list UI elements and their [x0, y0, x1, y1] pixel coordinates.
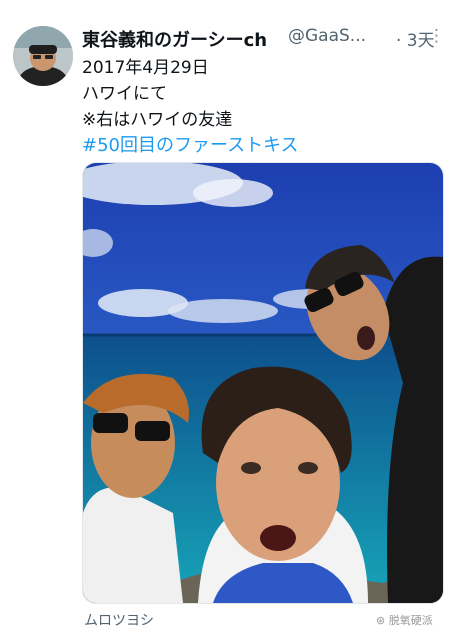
photo-caption: ムロツヨシ: [84, 613, 154, 629]
tweet-header: 東谷義和のガーシーch @GaaS... · 3天 ⋮: [82, 26, 445, 52]
tweet-photo[interactable]: [82, 162, 444, 604]
user-handle[interactable]: @GaaS...: [288, 26, 366, 46]
watermark: ⊛ 脱氧硬派: [376, 614, 433, 627]
avatar[interactable]: [13, 26, 73, 86]
display-name[interactable]: 東谷義和のガーシーch: [82, 26, 267, 52]
tweet-text-date: 2017年4月29日: [82, 58, 209, 78]
tweet-text-note: ※右はハワイの友達: [82, 110, 233, 130]
tweet-text-location: ハワイにて: [82, 84, 167, 104]
hashtag-link[interactable]: #50回目のファーストキス: [82, 131, 299, 157]
more-icon[interactable]: ⋮: [428, 26, 445, 46]
